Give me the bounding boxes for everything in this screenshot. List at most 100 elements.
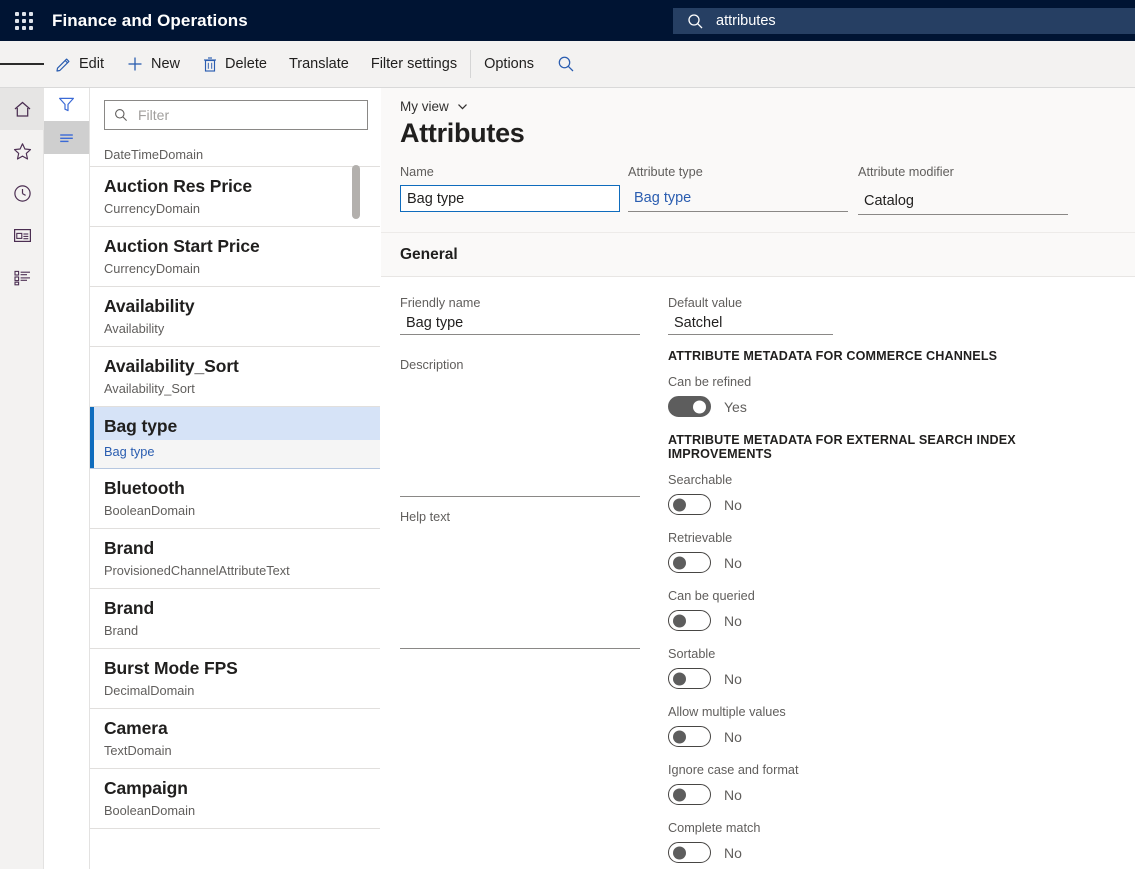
list-item[interactable]: BrandProvisionedChannelAttributeText — [90, 529, 380, 589]
list-item-subtitle: BooleanDomain — [104, 802, 366, 820]
star-icon — [12, 141, 33, 162]
field-attribute-modifier-value[interactable]: Catalog — [858, 188, 1068, 215]
options-button-label: Options — [484, 56, 534, 72]
search-metadata-heading: ATTRIBUTE METADATA FOR EXTERNAL SEARCH I… — [668, 433, 1098, 461]
filter-input[interactable] — [136, 106, 358, 124]
options-button[interactable]: Options — [473, 41, 545, 88]
toggle-line: No — [668, 842, 1098, 863]
list-item-subtitle: DateTimeDomain — [104, 137, 366, 164]
field-attribute-type-label: Attribute type — [628, 164, 848, 180]
command-bar-search-button[interactable] — [545, 41, 587, 88]
list-item[interactable]: AvailabilityAvailability — [90, 287, 380, 347]
app-title: Finance and Operations — [52, 11, 248, 31]
translate-button[interactable]: Translate — [278, 41, 360, 88]
toggle-knob — [673, 788, 686, 801]
toggle-row: Can be refinedYes — [668, 375, 1098, 417]
toggle-knob — [673, 556, 686, 569]
rail-item-workspaces[interactable] — [0, 214, 44, 256]
list-item-subtitle: Brand — [104, 622, 366, 640]
list-item-subtitle[interactable]: Bag type — [90, 440, 380, 468]
list-item-title: Campaign — [104, 776, 366, 801]
field-name-input[interactable]: Bag type — [400, 185, 620, 212]
new-button-label: New — [151, 56, 180, 72]
toggle-switch[interactable] — [668, 668, 711, 689]
list-pane: DateTimeDomain Auction Res PriceCurrencyD… — [44, 88, 380, 869]
clock-icon — [12, 183, 33, 204]
home-icon — [12, 99, 33, 120]
pane-tab-filter[interactable] — [44, 88, 89, 121]
funnel-icon — [57, 95, 76, 114]
description-textarea[interactable] — [400, 373, 640, 497]
help-text-textarea[interactable] — [400, 525, 640, 649]
edit-button[interactable]: Edit — [44, 41, 115, 88]
rail-item-recent[interactable] — [0, 172, 44, 214]
toggle-switch[interactable] — [668, 842, 711, 863]
general-section-header[interactable]: General — [381, 233, 1135, 277]
translate-button-label: Translate — [289, 56, 349, 72]
toggle-switch[interactable] — [668, 396, 711, 417]
toggle-state-text: Yes — [724, 399, 747, 415]
field-attribute-type-value[interactable]: Bag type — [628, 185, 848, 212]
view-selector-label: My view — [400, 99, 449, 114]
global-search-input[interactable] — [716, 13, 1096, 29]
rail-item-favorites[interactable] — [0, 130, 44, 172]
general-right-column: Default value Satchel ATTRIBUTE METADATA… — [668, 295, 1098, 869]
list-item[interactable]: Auction Start PriceCurrencyDomain — [90, 227, 380, 287]
list-item-title: Auction Start Price — [104, 234, 366, 259]
toggle-row: SearchableNo — [668, 473, 1098, 515]
list-item[interactable]: Availability_SortAvailability_Sort — [90, 347, 380, 407]
list-item[interactable]: BrandBrand — [90, 589, 380, 649]
list-item[interactable]: Auction Res PriceCurrencyDomain — [90, 167, 380, 227]
view-selector[interactable]: My view — [400, 99, 469, 114]
attribute-list: DateTimeDomain Auction Res PriceCurrencyD… — [90, 136, 380, 829]
toggle-switch[interactable] — [668, 552, 711, 573]
chevron-down-icon — [456, 100, 469, 113]
list-pane-tab-strip — [44, 88, 90, 869]
toggle-switch[interactable] — [668, 610, 711, 631]
toggle-state-text: No — [724, 671, 742, 687]
rail-item-home[interactable] — [0, 88, 44, 130]
list-item-title: Bag type — [104, 414, 366, 439]
toggle-state-text: No — [724, 497, 742, 513]
list-item-subtitle: Availability_Sort — [104, 380, 366, 398]
hamburger-menu-icon[interactable] — [0, 41, 44, 88]
list-item[interactable]: DateTimeDomain — [90, 136, 380, 167]
default-value-value[interactable]: Satchel — [668, 311, 833, 335]
global-search-box[interactable] — [673, 8, 1135, 34]
new-button[interactable]: New — [115, 41, 191, 88]
list-details-icon — [12, 267, 33, 288]
list-item[interactable]: CampaignBooleanDomain — [90, 769, 380, 829]
toggle-switch[interactable] — [668, 726, 711, 747]
toggle-knob — [673, 730, 686, 743]
field-attribute-type: Attribute type Bag type — [628, 164, 848, 212]
pencil-icon — [55, 56, 72, 73]
list-item[interactable]: BluetoothBooleanDomain — [90, 469, 380, 529]
command-bar-divider — [470, 50, 471, 78]
list-item-title: Brand — [104, 596, 366, 621]
field-attribute-modifier-label: Attribute modifier — [858, 164, 1068, 180]
list-item[interactable]: Burst Mode FPSDecimalDomain — [90, 649, 380, 709]
delete-button-label: Delete — [225, 56, 267, 72]
toggle-row: Allow multiple valuesNo — [668, 705, 1098, 747]
filter-settings-button[interactable]: Filter settings — [360, 41, 468, 88]
search-icon — [114, 108, 128, 122]
delete-button[interactable]: Delete — [191, 41, 278, 88]
toggle-knob — [673, 614, 686, 627]
toggle-label: Retrievable — [668, 531, 1098, 545]
attribute-list-area: DateTimeDomain Auction Res PriceCurrencyD… — [90, 88, 380, 869]
list-item-subtitle: CurrencyDomain — [104, 260, 366, 278]
filter-box[interactable] — [104, 100, 368, 130]
list-item[interactable]: Bag typeBag type — [90, 407, 380, 469]
list-item[interactable]: CameraTextDomain — [90, 709, 380, 769]
toggle-switch[interactable] — [668, 494, 711, 515]
app-launcher-waffle-icon[interactable] — [0, 0, 48, 41]
pane-tab-list[interactable] — [44, 121, 89, 154]
list-scrollbar-thumb[interactable] — [352, 165, 360, 219]
description-field: Description — [400, 357, 640, 497]
rail-item-modules[interactable] — [0, 256, 44, 298]
friendly-name-value[interactable]: Bag type — [400, 311, 640, 335]
lines-icon — [57, 128, 76, 147]
page-title: Attributes — [400, 118, 525, 149]
toggle-switch[interactable] — [668, 784, 711, 805]
list-item-subtitle: Availability — [104, 320, 366, 338]
